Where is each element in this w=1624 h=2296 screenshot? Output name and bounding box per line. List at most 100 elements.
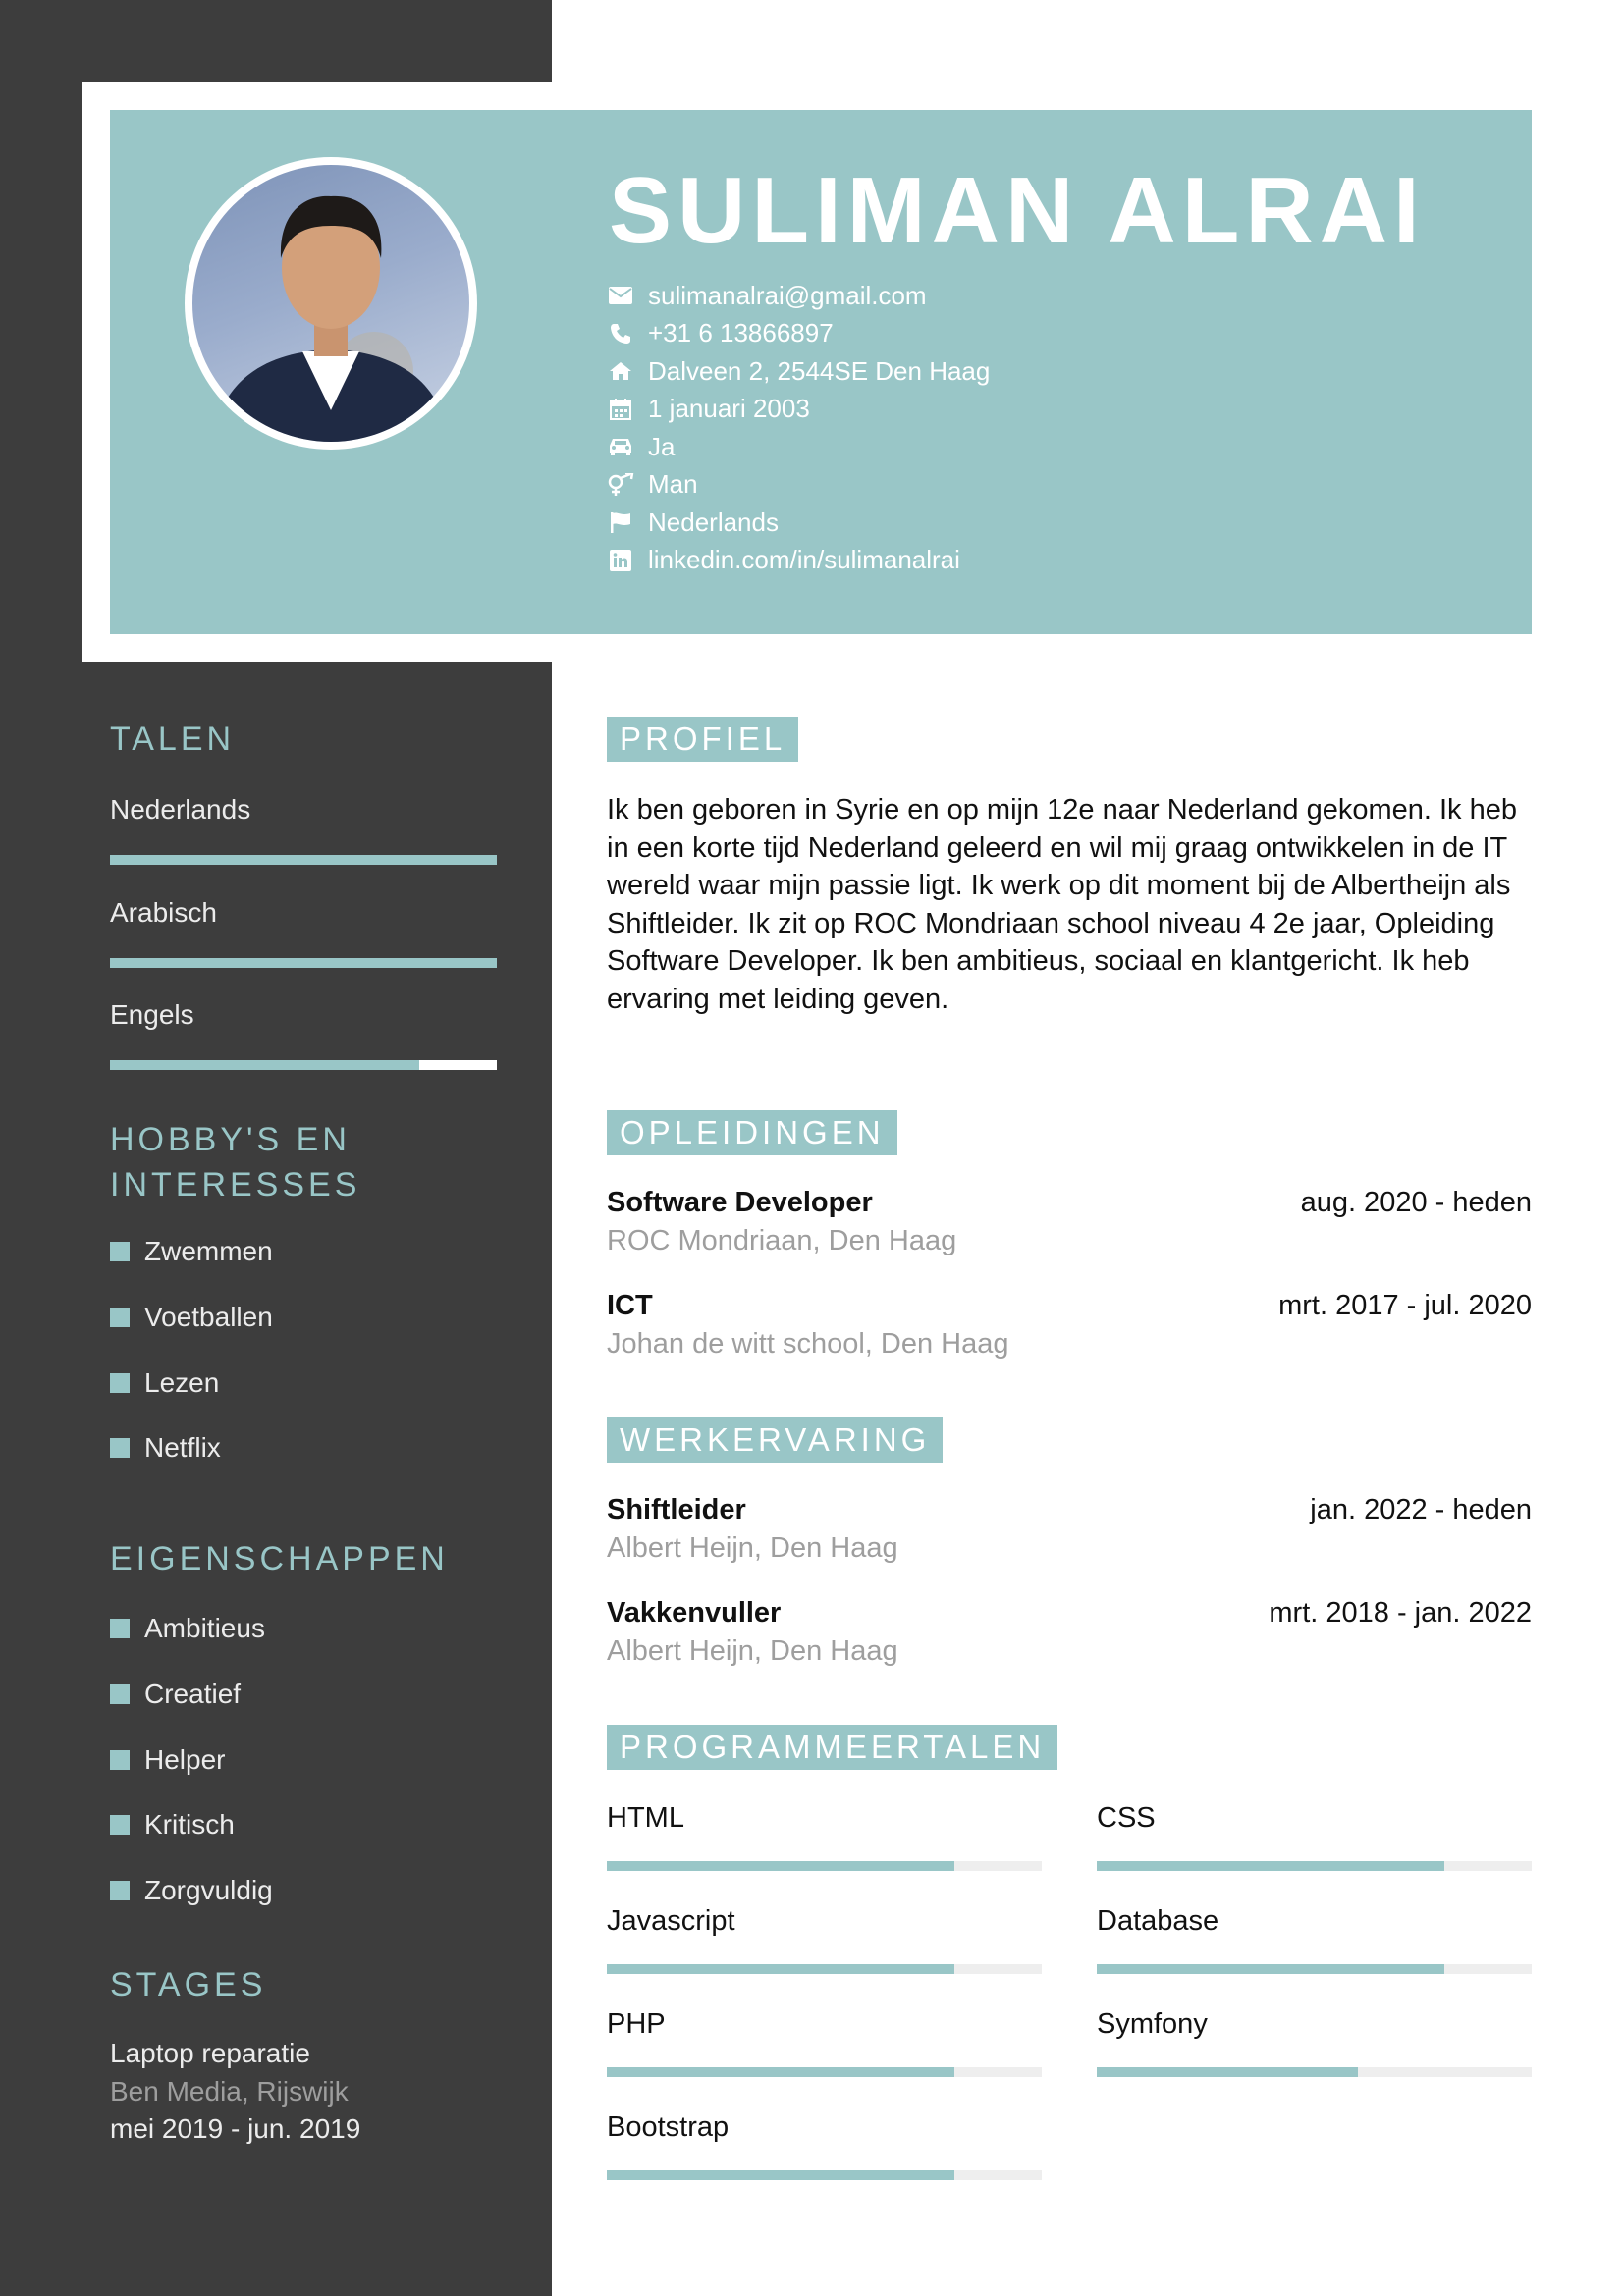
gender-icon xyxy=(607,471,634,499)
contact-phone[interactable]: +31 6 13866897 xyxy=(607,315,990,353)
trait-label: Creatief xyxy=(144,1679,242,1710)
skill-level-fill xyxy=(607,1964,955,1974)
contact-phone-text: +31 6 13866897 xyxy=(648,318,834,348)
skill-level-bar xyxy=(1097,2067,1532,2077)
list-item: Ambitieus xyxy=(110,1596,273,1662)
work-place: Albert Heijn, Den Haag xyxy=(607,1531,898,1564)
list-item: Kritisch xyxy=(110,1792,273,1858)
skills-title: PROGRAMMEERTALEN xyxy=(607,1725,1058,1770)
contact-email-text: sulimanalrai@gmail.com xyxy=(648,280,927,310)
work-entry: Shiftleider jan. 2022 - heden Albert Hei… xyxy=(607,1491,1532,1567)
language-label: Arabisch xyxy=(110,897,217,928)
contact-birthdate: 1 januari 2003 xyxy=(607,391,990,429)
trait-label: Ambitieus xyxy=(144,1613,265,1644)
contact-email[interactable]: sulimanalrai@gmail.com xyxy=(607,277,990,315)
list-item: Zwemmen xyxy=(110,1219,273,1285)
hobbies-title: HOBBY'S EN INTERESSES xyxy=(110,1117,360,1207)
contact-gender: Man xyxy=(607,466,990,505)
bullet-square-icon xyxy=(110,1372,130,1393)
traits-list: Ambitieus Creatief Helper Kritisch Zorgv… xyxy=(110,1596,273,1923)
person-silhouette-icon xyxy=(212,195,450,442)
stage-place: Ben Media, Rijswijk xyxy=(110,2075,349,2107)
languages-title: TALEN xyxy=(110,721,236,758)
phone-icon xyxy=(607,320,634,347)
skill-level-bar xyxy=(1097,1861,1532,1871)
language-label: Engels xyxy=(110,999,194,1030)
avatar xyxy=(192,165,469,442)
language-level-bar xyxy=(110,958,497,968)
skill-label: HTML xyxy=(607,1802,684,1834)
bullet-square-icon xyxy=(110,1242,130,1262)
contact-birthdate-text: 1 januari 2003 xyxy=(648,394,810,424)
skill-item-css: CSS xyxy=(1097,1798,1532,1871)
skill-label: Bootstrap xyxy=(607,2111,730,2143)
education-period: mrt. 2017 - jul. 2020 xyxy=(1278,1290,1532,1321)
bullet-square-icon xyxy=(110,1881,130,1901)
hobbies-title-line1: HOBBY'S EN xyxy=(110,1121,351,1158)
education-period: aug. 2020 - heden xyxy=(1300,1187,1532,1218)
envelope-icon xyxy=(607,282,634,309)
language-level-fill xyxy=(110,958,497,968)
list-item: Helper xyxy=(110,1727,273,1792)
bullet-square-icon xyxy=(110,1308,130,1328)
hobby-label: Voetballen xyxy=(144,1302,273,1333)
profile-text: Ik ben geboren in Syrie en op mijn 12e n… xyxy=(607,794,1517,1015)
skill-label: Database xyxy=(1097,1905,1219,1937)
trait-label: Zorgvuldig xyxy=(144,1875,273,1906)
work-period: mrt. 2018 - jan. 2022 xyxy=(1269,1597,1532,1629)
skill-label: Symfony xyxy=(1097,2008,1208,2040)
work-entry: Vakkenvuller mrt. 2018 - jan. 2022 Alber… xyxy=(607,1594,1532,1670)
contact-drivers-license: Ja xyxy=(607,428,990,466)
skill-label: Javascript xyxy=(607,1905,735,1937)
language-item-nederlands: Nederlands xyxy=(110,790,497,865)
education-title-text: Software Developer xyxy=(607,1187,873,1218)
work-title-text: Shiftleider xyxy=(607,1494,746,1525)
contact-linkedin[interactable]: linkedin.com/in/sulimanalrai xyxy=(607,542,990,580)
skill-item-javascript: Javascript xyxy=(607,1901,1042,1974)
skill-label: CSS xyxy=(1097,1802,1156,1834)
flag-icon xyxy=(607,508,634,536)
language-level-fill xyxy=(110,1060,420,1070)
skill-item-php: PHP xyxy=(607,2004,1042,2077)
list-item: Zorgvuldig xyxy=(110,1858,273,1924)
language-item-engels: Engels xyxy=(110,995,497,1070)
hobbies-list: Zwemmen Voetballen Lezen Netflix xyxy=(110,1219,273,1481)
contact-list: sulimanalrai@gmail.com +31 6 13866897 Da… xyxy=(607,277,990,579)
bullet-square-icon xyxy=(110,1684,130,1705)
trait-label: Kritisch xyxy=(144,1809,235,1841)
bullet-square-icon xyxy=(110,1749,130,1770)
skill-level-fill xyxy=(1097,1964,1445,1974)
skill-item-symfony: Symfony xyxy=(1097,2004,1532,2077)
education-place: Johan de witt school, Den Haag xyxy=(607,1327,1009,1360)
skill-level-fill xyxy=(1097,2067,1358,2077)
car-icon xyxy=(607,433,634,460)
bullet-square-icon xyxy=(110,1619,130,1639)
list-item: Creatief xyxy=(110,1662,273,1728)
contact-nationality-text: Nederlands xyxy=(648,507,779,537)
work-title: WERKERVARING xyxy=(607,1417,944,1463)
list-item: Netflix xyxy=(110,1415,273,1481)
bullet-square-icon xyxy=(110,1438,130,1459)
skill-item-bootstrap: Bootstrap xyxy=(607,2108,1042,2180)
skill-item-html: HTML xyxy=(607,1798,1042,1871)
work-title-text: Vakkenvuller xyxy=(607,1597,782,1629)
contact-drivers-license-text: Ja xyxy=(648,431,676,461)
list-item: Lezen xyxy=(110,1350,273,1415)
skill-level-fill xyxy=(607,2170,955,2180)
education-title: OPLEIDINGEN xyxy=(607,1110,897,1155)
language-item-arabisch: Arabisch xyxy=(110,893,497,968)
hobby-label: Zwemmen xyxy=(144,1236,273,1267)
contact-address-text: Dalveen 2, 2544SE Den Haag xyxy=(648,355,991,386)
skill-level-fill xyxy=(607,1861,955,1871)
language-label: Nederlands xyxy=(110,794,251,825)
skill-level-bar xyxy=(607,2170,1042,2180)
work-place: Albert Heijn, Den Haag xyxy=(607,1634,898,1667)
skill-level-bar xyxy=(607,1861,1042,1871)
person-name: SULIMAN ALRAI xyxy=(609,158,1426,263)
skill-label: PHP xyxy=(607,2008,666,2040)
language-level-fill xyxy=(110,855,497,865)
contact-nationality: Nederlands xyxy=(607,504,990,542)
stages-title: STAGES xyxy=(110,1966,267,2003)
skill-level-fill xyxy=(607,2067,955,2077)
skill-level-bar xyxy=(607,1964,1042,1974)
